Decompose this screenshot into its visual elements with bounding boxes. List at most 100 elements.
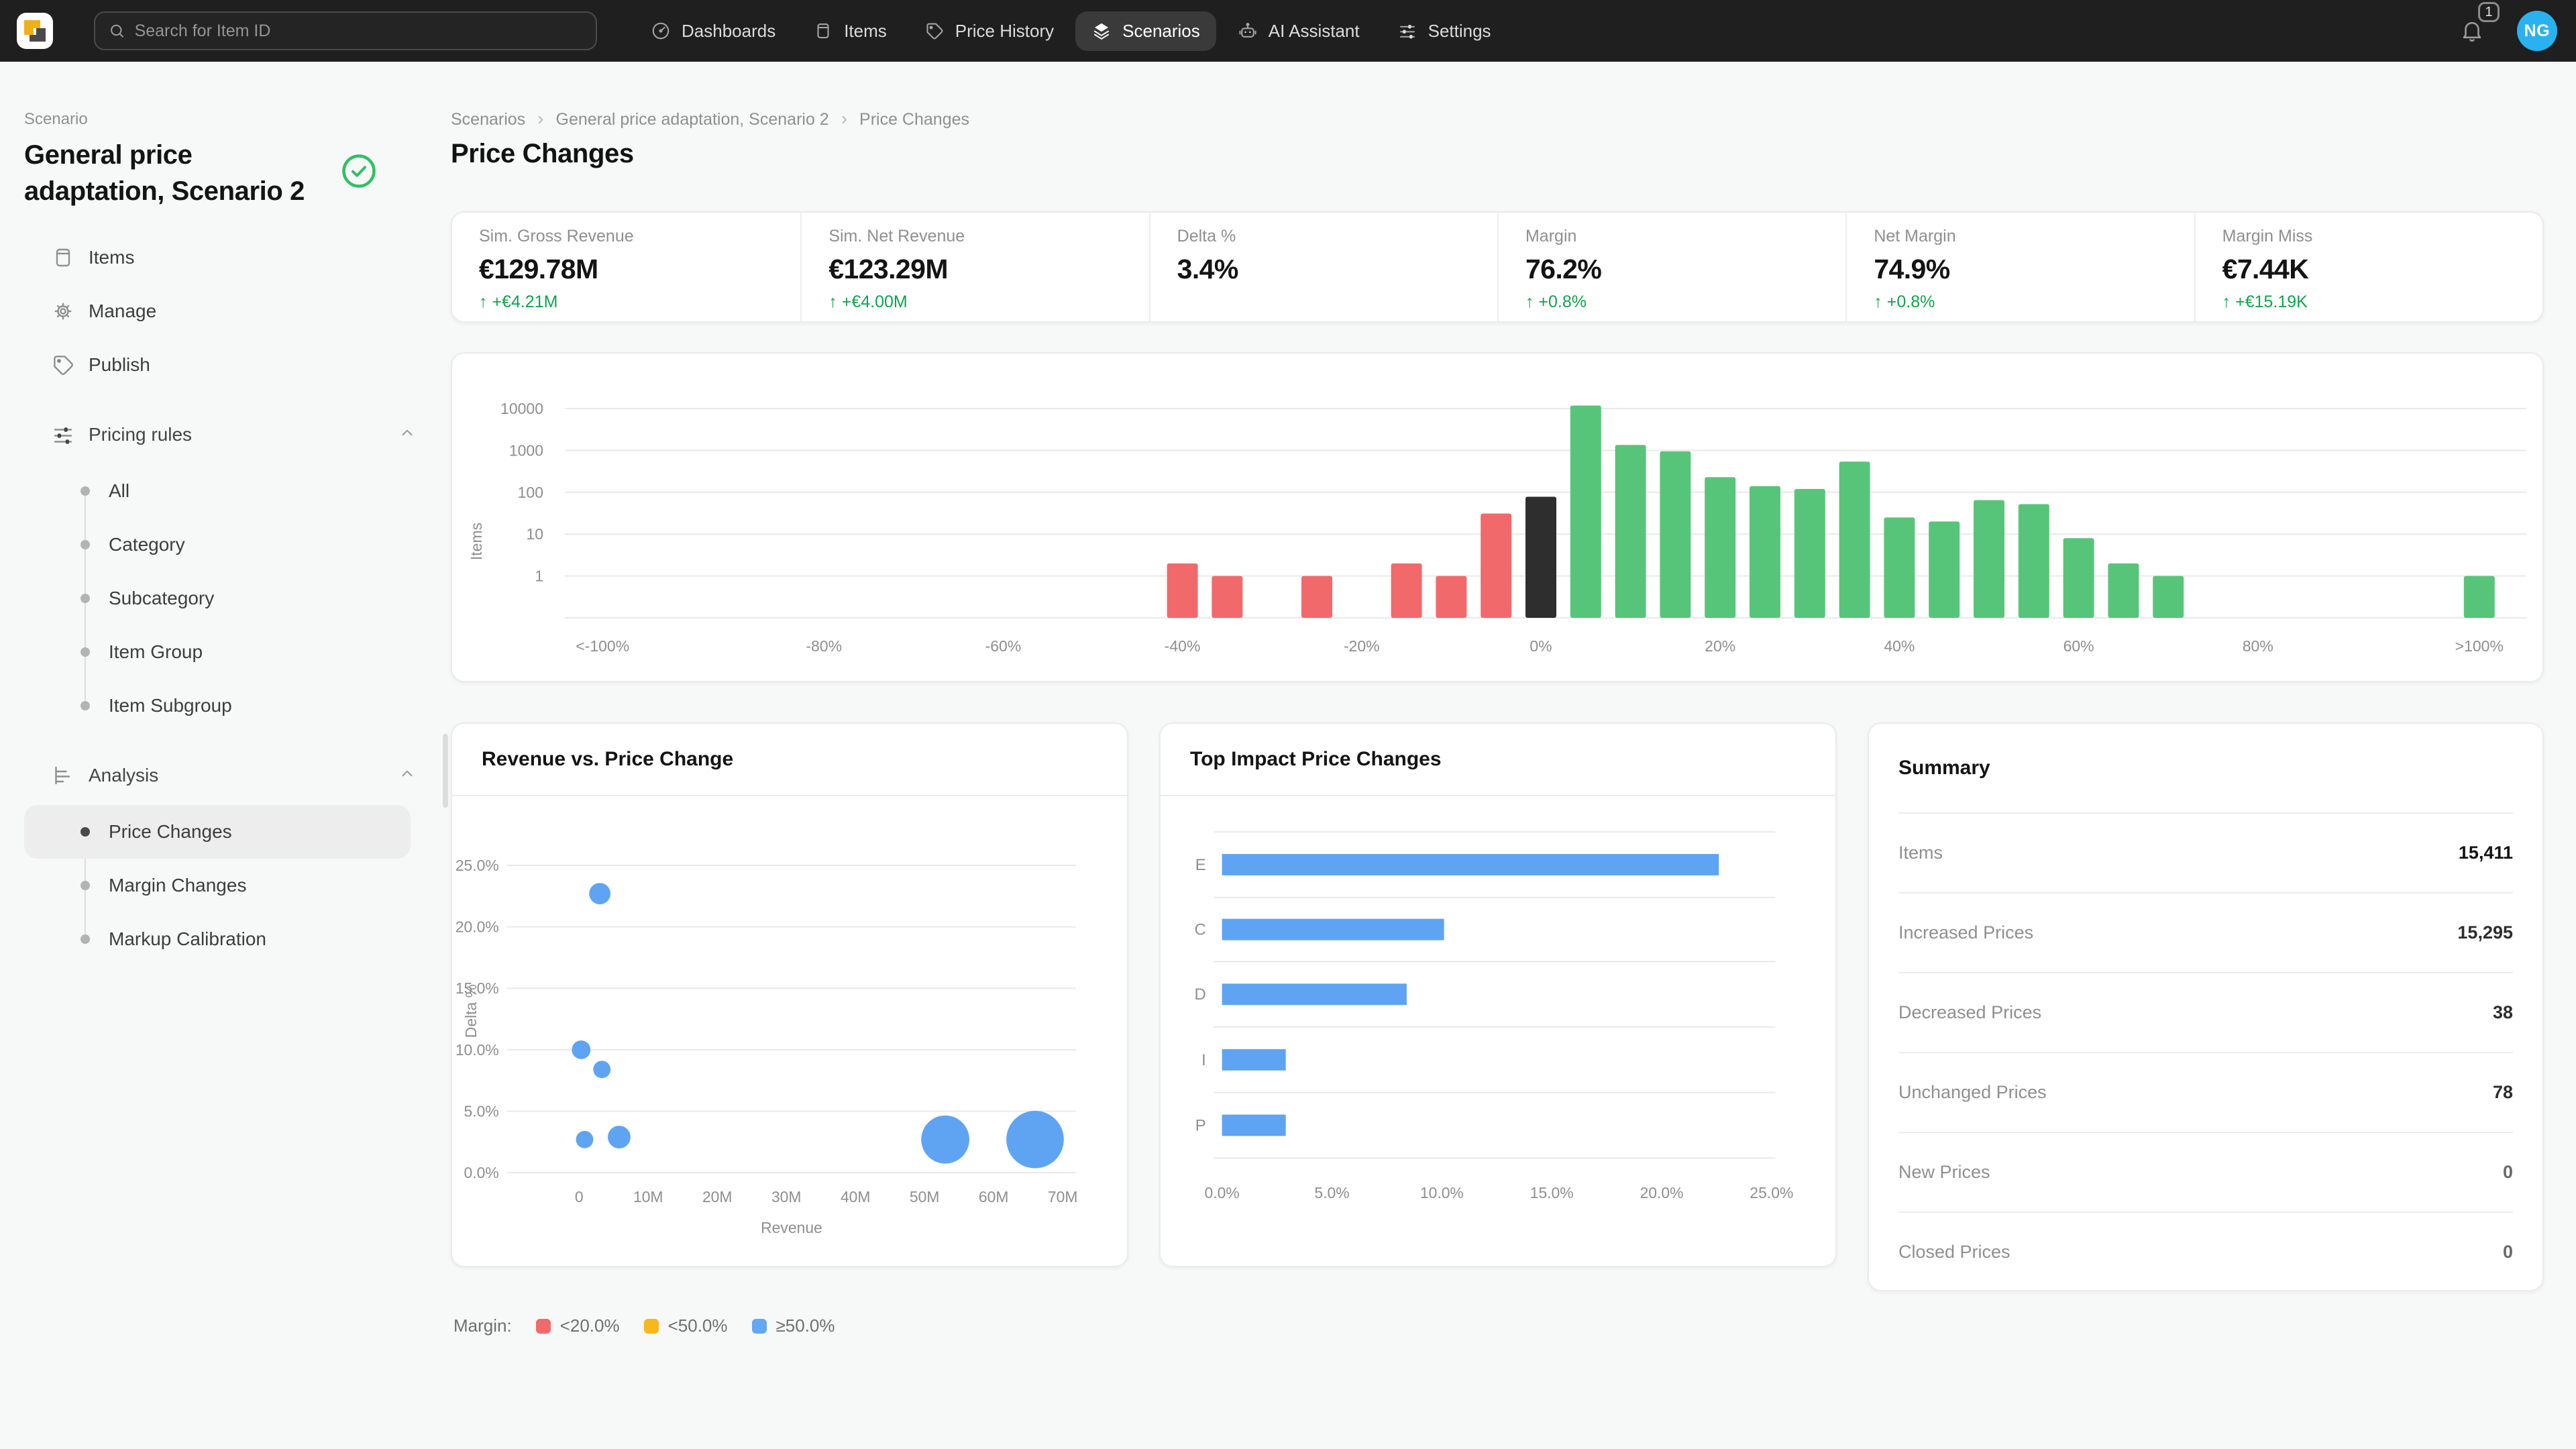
analysis-items: Price Changes Margin Changes Markup Cali…	[24, 805, 427, 966]
nav-tab-label: AI Assistant	[1269, 21, 1360, 42]
nav-tab-price-history[interactable]: Price History	[908, 11, 1070, 51]
revenue-vs-price-change-card: Revenue vs. Price Change 0.0%5.0%10.0%15…	[451, 722, 1128, 1267]
yellow-swatch-icon	[644, 1319, 659, 1334]
sidebar-scrollbar[interactable]	[443, 734, 448, 808]
red-swatch-icon	[536, 1319, 551, 1334]
svg-text:20M: 20M	[702, 1188, 733, 1205]
svg-text:Revenue: Revenue	[761, 1219, 822, 1236]
svg-text:40M: 40M	[841, 1188, 871, 1205]
sidebar-group-pricing-rules: Pricing rules All Category Subcategory I…	[24, 408, 427, 733]
summary-row-value: 15,411	[2459, 843, 2513, 863]
gauge-icon	[651, 21, 671, 41]
svg-text:<-100%: <-100%	[576, 637, 629, 655]
summary-row-new: New Prices 0	[1898, 1132, 2513, 1212]
svg-text:30M: 30M	[771, 1188, 802, 1205]
chevron-right-icon	[537, 109, 543, 129]
item-search	[94, 11, 597, 50]
revenue-vs-price-change-chart[interactable]: 0.0%5.0%10.0%15.0%20.0%25.0%010M20M30M40…	[452, 796, 1127, 1266]
kpi-delta-pct: Delta % 3.4%	[1149, 213, 1497, 321]
bell-icon	[2459, 18, 2485, 44]
breadcrumb-scenarios[interactable]: Scenarios	[451, 109, 525, 129]
chart-title: Top Impact Price Changes	[1161, 724, 1835, 796]
svg-text:100: 100	[518, 484, 543, 501]
summary-row-label: Decreased Prices	[1898, 1002, 2041, 1023]
sidebar-item-items[interactable]: Items	[24, 231, 427, 284]
layers-icon	[1091, 21, 1112, 41]
sidebar-item-label: Price Changes	[109, 821, 232, 843]
nav-tab-label: Price History	[955, 21, 1054, 42]
chevron-right-icon	[841, 109, 847, 129]
svg-text:60%: 60%	[2063, 637, 2094, 655]
price-change-histogram[interactable]: 110100100010000Items<-100%-80%-60%-40%-2…	[452, 354, 2542, 681]
kpi-delta: ↑ +0.8%	[1525, 292, 1819, 312]
legend-entry-label: ≥50.0%	[776, 1316, 835, 1336]
svg-text:5.0%: 5.0%	[1314, 1184, 1349, 1201]
svg-text:20.0%: 20.0%	[455, 918, 499, 936]
top-impact-price-changes-card: Top Impact Price Changes ECDIP0.0%5.0%10…	[1159, 722, 1837, 1267]
analysis-header[interactable]: Analysis	[24, 749, 427, 802]
sidebar-item-label: Items	[89, 247, 134, 268]
sidebar-item-label: Subcategory	[109, 588, 214, 609]
svg-text:10.0%: 10.0%	[455, 1041, 499, 1059]
kpi-value: 3.4%	[1177, 252, 1470, 286]
kpi-margin-miss: Margin Miss €7.44K ↑ +€15.19K	[2194, 213, 2542, 321]
sidebar-item-price-changes[interactable]: Price Changes	[24, 805, 411, 859]
svg-text:C: C	[1194, 921, 1205, 939]
kpi-value: 76.2%	[1525, 252, 1819, 286]
kpi-value: €7.44K	[2222, 252, 2516, 286]
pricing-rules-items: All Category Subcategory Item Group Item…	[24, 464, 427, 733]
kpi-delta: ↑ +€4.21M	[479, 292, 773, 312]
svg-text:-40%: -40%	[1165, 637, 1201, 655]
svg-text:40%: 40%	[1884, 637, 1915, 655]
sidebar-item-margin-changes[interactable]: Margin Changes	[24, 859, 411, 912]
nav-tab-settings[interactable]: Settings	[1381, 11, 1507, 51]
summary-row-unchanged: Unchanged Prices 78	[1898, 1052, 2513, 1132]
chevron-up-icon[interactable]	[398, 424, 416, 446]
summary-row-value: 78	[2493, 1082, 2513, 1103]
sidebar-item-label: Markup Calibration	[109, 928, 266, 950]
svg-text:25.0%: 25.0%	[1750, 1184, 1793, 1201]
svg-text:Delta %: Delta %	[462, 984, 480, 1038]
top-impact-price-changes-chart[interactable]: ECDIP0.0%5.0%10.0%15.0%20.0%25.0%	[1161, 796, 1835, 1266]
tag-icon	[51, 353, 75, 377]
nav-tab-items[interactable]: Items	[797, 11, 903, 51]
sidebar-item-item-subgroup[interactable]: Item Subgroup	[24, 679, 411, 733]
sidebar-item-subcategory[interactable]: Subcategory	[24, 572, 411, 625]
chevron-up-icon[interactable]	[398, 765, 416, 787]
kpi-sim-net-revenue: Sim. Net Revenue €123.29M ↑ +€4.00M	[800, 213, 1148, 321]
breadcrumb-scenario[interactable]: General price adaptation, Scenario 2	[556, 109, 829, 129]
sidebar-item-category[interactable]: Category	[24, 518, 411, 572]
kpi-value: 74.9%	[1874, 252, 2167, 286]
notifications-button[interactable]: 1	[2459, 18, 2485, 44]
group-label: Pricing rules	[89, 424, 192, 445]
kpi-sim-gross-revenue: Sim. Gross Revenue €129.78M ↑ +€4.21M	[452, 213, 800, 321]
search-input[interactable]	[135, 21, 582, 41]
group-label: Analysis	[89, 765, 158, 786]
sidebar-item-label: All	[109, 480, 129, 502]
svg-text:20.0%: 20.0%	[1640, 1184, 1684, 1201]
svg-text:80%: 80%	[2243, 637, 2273, 655]
nav-tab-dashboards[interactable]: Dashboards	[635, 11, 792, 51]
summary-row-decreased: Decreased Prices 38	[1898, 972, 2513, 1052]
summary-row-label: New Prices	[1898, 1162, 1990, 1183]
sidebar-item-all[interactable]: All	[24, 464, 411, 518]
kpi-label: Sim. Gross Revenue	[479, 226, 773, 246]
nav-tab-ai-assistant[interactable]: AI Assistant	[1222, 11, 1376, 51]
sidebar-group-analysis: Analysis Price Changes Margin Changes Ma…	[24, 749, 427, 966]
avatar[interactable]: NG	[2517, 11, 2557, 51]
sidebar-item-manage[interactable]: Manage	[24, 284, 427, 338]
top-nav: Dashboards Items Price History Scenarios	[0, 0, 2576, 62]
summary-row-label: Increased Prices	[1898, 922, 2033, 943]
legend-title: Margin:	[453, 1316, 512, 1336]
sidebar-item-publish[interactable]: Publish	[24, 338, 427, 392]
sidebar-item-markup-calibration[interactable]: Markup Calibration	[24, 912, 411, 966]
app-logo-icon[interactable]	[16, 12, 54, 50]
nav-tab-scenarios[interactable]: Scenarios	[1075, 11, 1216, 51]
legend-entry-lt20: <20.0%	[536, 1316, 620, 1336]
notification-badge: 1	[2478, 2, 2500, 22]
summary-row-closed: Closed Prices 0	[1898, 1212, 2513, 1291]
sidebar-item-item-group[interactable]: Item Group	[24, 625, 411, 679]
kpi-label: Delta %	[1177, 226, 1470, 246]
pricing-rules-header[interactable]: Pricing rules	[24, 408, 427, 462]
scenario-links: Items Manage Publish	[24, 231, 427, 392]
